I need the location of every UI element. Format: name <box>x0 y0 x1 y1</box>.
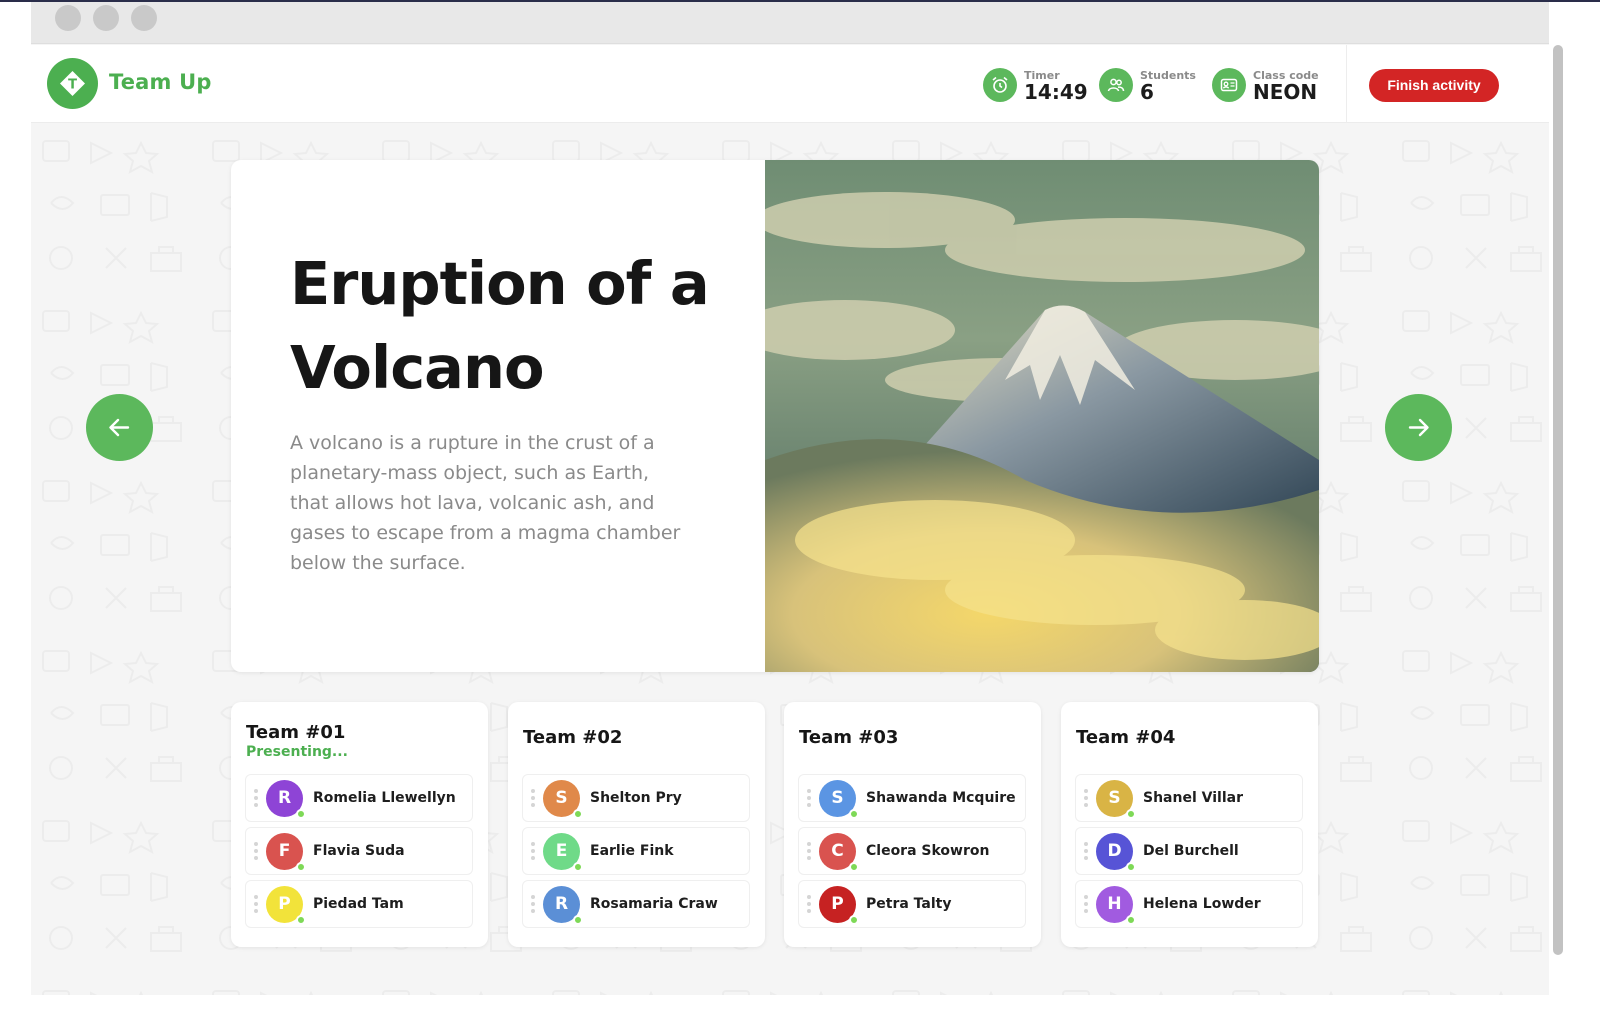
team-name: Team #04 <box>1076 727 1176 748</box>
slide-title: Eruption of a Volcano <box>290 249 710 402</box>
window-maximize-dot[interactable] <box>131 5 157 31</box>
timer-value: 14:49 <box>1024 80 1088 104</box>
member-row[interactable]: E Earlie Fink <box>522 827 750 875</box>
arrow-left-icon <box>109 418 130 437</box>
drag-handle-icon[interactable] <box>1084 789 1088 809</box>
finish-activity-button[interactable]: Finish activity <box>1369 69 1499 102</box>
member-name: Petra Talty <box>866 896 952 912</box>
volcano-image <box>765 160 1319 672</box>
member-row[interactable]: F Flavia Suda <box>245 827 473 875</box>
online-status-dot <box>296 862 306 872</box>
slide-description: A volcano is a rupture in the crust of a… <box>290 432 681 574</box>
page-scrollbar[interactable] <box>1553 45 1563 955</box>
drag-handle-icon[interactable] <box>807 789 811 809</box>
member-name: Del Burchell <box>1143 843 1239 859</box>
slide-card: Eruption of a Volcano A volcano is a rup… <box>231 160 1319 672</box>
app-logo[interactable]: T <box>47 58 98 109</box>
member-name: Shelton Pry <box>590 790 682 806</box>
app-header: T Team Up Timer 14:49 Students 6 Class c… <box>31 45 1549 123</box>
drag-handle-icon[interactable] <box>531 789 535 809</box>
logo-letter: T <box>68 78 77 93</box>
member-name: Rosamaria Craw <box>590 896 718 912</box>
team-name: Team #01 <box>246 722 346 743</box>
drag-handle-icon[interactable] <box>254 842 258 862</box>
logo-diamond-icon: T <box>60 71 85 96</box>
member-row[interactable]: P Piedad Tam <box>245 880 473 928</box>
team-card: Team #04 S Shanel Villar D Del Burchell H Hele… <box>1061 702 1318 947</box>
online-status-dot <box>296 915 306 925</box>
online-status-dot <box>1126 915 1136 925</box>
app-window: T Team Up Timer 14:49 Students 6 Class c… <box>31 2 1549 995</box>
online-status-dot <box>849 915 859 925</box>
member-row[interactable]: S Shawanda Mcquire <box>798 774 1026 822</box>
drag-handle-icon[interactable] <box>531 895 535 915</box>
arrow-right-icon <box>1408 418 1429 437</box>
member-row[interactable]: C Cleora Skowron <box>798 827 1026 875</box>
online-status-dot <box>573 862 583 872</box>
next-slide-button[interactable] <box>1385 394 1452 461</box>
member-row[interactable]: H Helena Lowder <box>1075 880 1303 928</box>
member-name: Helena Lowder <box>1143 896 1261 912</box>
online-status-dot <box>1126 809 1136 819</box>
member-name: Shawanda Mcquire <box>866 790 1016 806</box>
member-name: Earlie Fink <box>590 843 674 859</box>
drag-handle-icon[interactable] <box>254 789 258 809</box>
team-name: Team #02 <box>523 727 623 748</box>
drag-handle-icon[interactable] <box>807 842 811 862</box>
member-row[interactable]: D Del Burchell <box>1075 827 1303 875</box>
drag-handle-icon[interactable] <box>531 842 535 862</box>
online-status-dot <box>1126 862 1136 872</box>
header-divider <box>1346 45 1347 123</box>
students-value: 6 <box>1140 80 1154 104</box>
alarm-clock-icon <box>983 68 1017 102</box>
team-name: Team #03 <box>799 727 899 748</box>
online-status-dot <box>849 862 859 872</box>
drag-handle-icon[interactable] <box>254 895 258 915</box>
people-icon <box>1099 68 1133 102</box>
drag-handle-icon[interactable] <box>807 895 811 915</box>
member-name: Piedad Tam <box>313 896 404 912</box>
member-name: Cleora Skowron <box>866 843 990 859</box>
window-chrome <box>31 2 1549 44</box>
id-card-icon <box>1212 68 1246 102</box>
previous-slide-button[interactable] <box>86 394 153 461</box>
member-row[interactable]: R Romelia Llewellyn <box>245 774 473 822</box>
online-status-dot <box>573 915 583 925</box>
member-name: Flavia Suda <box>313 843 405 859</box>
app-name: Team Up <box>109 70 212 94</box>
window-close-dot[interactable] <box>55 5 81 31</box>
member-name: Romelia Llewellyn <box>313 790 456 806</box>
team-card: Team #02 S Shelton Pry E Earlie Fink R Rosamar… <box>508 702 765 947</box>
member-row[interactable]: R Rosamaria Craw <box>522 880 750 928</box>
team-card: Team #01 Presenting... R Romelia Llewellyn F… <box>231 702 488 947</box>
window-minimize-dot[interactable] <box>93 5 119 31</box>
member-row[interactable]: S Shelton Pry <box>522 774 750 822</box>
member-row[interactable]: P Petra Talty <box>798 880 1026 928</box>
online-status-dot <box>573 809 583 819</box>
drag-handle-icon[interactable] <box>1084 895 1088 915</box>
team-card: Team #03 S Shawanda Mcquire C Cleora Skowron… <box>784 702 1041 947</box>
team-status: Presenting... <box>246 744 348 760</box>
drag-handle-icon[interactable] <box>1084 842 1088 862</box>
member-row[interactable]: S Shanel Villar <box>1075 774 1303 822</box>
online-status-dot <box>849 809 859 819</box>
class-code-value: NEON <box>1253 80 1318 104</box>
member-name: Shanel Villar <box>1143 790 1243 806</box>
online-status-dot <box>296 809 306 819</box>
